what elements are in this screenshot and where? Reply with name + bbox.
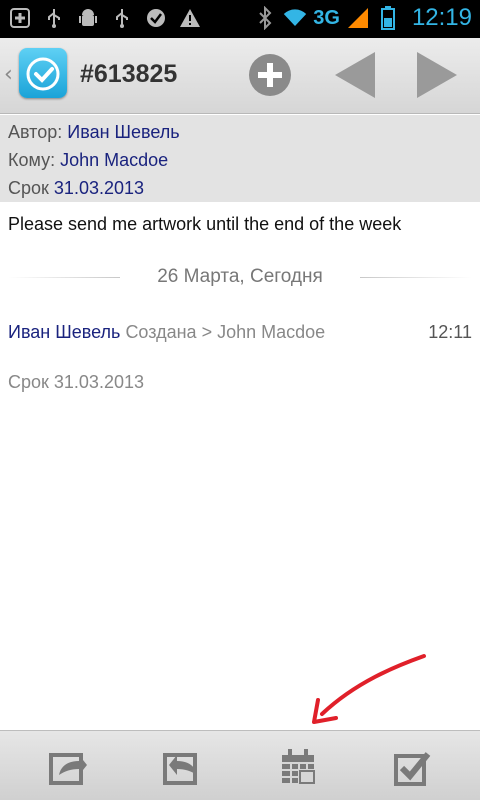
complete-icon bbox=[394, 752, 431, 786]
log-time: 12:11 bbox=[428, 322, 472, 342]
bluetooth-icon bbox=[253, 6, 277, 30]
prev-button[interactable] bbox=[330, 50, 380, 100]
signal-icon bbox=[346, 6, 370, 30]
log-entry: Иван Шевель Создана > John Macdoe 12:11 bbox=[8, 322, 472, 343]
due-row: Срок 31.03.2013 bbox=[8, 178, 144, 199]
to-value[interactable]: John Macdoe bbox=[60, 150, 168, 170]
log-action: Создана > John Macdoe bbox=[125, 322, 326, 342]
status-left-icons bbox=[8, 6, 202, 30]
warning-icon bbox=[178, 6, 202, 30]
complete-button[interactable] bbox=[393, 747, 433, 787]
add-icon bbox=[249, 54, 291, 96]
author-row: Автор: Иван Шевель bbox=[8, 122, 180, 143]
log-author[interactable]: Иван Шевель bbox=[8, 322, 120, 342]
status-bar: 3G 12:19 bbox=[0, 0, 480, 38]
action-bar: ‹ #613825 bbox=[0, 38, 480, 114]
annotation-arrow-icon bbox=[312, 654, 426, 724]
prev-icon bbox=[335, 52, 375, 98]
author-label: Автор: bbox=[8, 122, 63, 142]
next-button[interactable] bbox=[412, 50, 462, 100]
to-row: Кому: John Macdoe bbox=[8, 150, 168, 171]
back-chevron-icon[interactable]: ‹ bbox=[4, 62, 13, 87]
to-label: Кому: bbox=[8, 150, 56, 170]
add-button[interactable] bbox=[245, 50, 295, 100]
reply-button[interactable] bbox=[162, 747, 202, 787]
wifi-icon bbox=[283, 6, 307, 30]
network-type: 3G bbox=[313, 6, 340, 29]
forward-button[interactable] bbox=[48, 747, 88, 787]
divider bbox=[360, 277, 472, 278]
screen: 3G 12:19 ‹ #613825 Автор: Иван Шевель Ко… bbox=[0, 0, 480, 800]
ticket-id: #613825 bbox=[80, 60, 178, 88]
ticket-message: Please send me artwork until the end of … bbox=[8, 214, 402, 234]
clock: 12:19 bbox=[411, 4, 472, 31]
next-icon bbox=[417, 52, 457, 98]
app-clock-icon[interactable] bbox=[19, 48, 67, 98]
ticket-info: Автор: Иван Шевель Кому: John Macdoe Сро… bbox=[0, 115, 480, 202]
check-icon bbox=[144, 6, 168, 30]
battery-icon bbox=[376, 6, 400, 30]
add-notification-icon bbox=[8, 6, 32, 30]
status-right-icons: 3G 12:19 bbox=[253, 4, 472, 32]
author-value[interactable]: Иван Шевель bbox=[67, 122, 179, 142]
bottom-action-bar bbox=[0, 730, 480, 800]
calendar-icon bbox=[282, 749, 315, 784]
due-label: Срок bbox=[8, 178, 49, 198]
calendar-button[interactable] bbox=[278, 747, 318, 787]
due-value[interactable]: 31.03.2013 bbox=[54, 178, 144, 198]
reply-icon bbox=[163, 753, 197, 785]
usb-icon bbox=[110, 6, 134, 30]
date-separator: 26 Марта, Сегодня bbox=[8, 264, 472, 292]
forward-icon bbox=[49, 753, 87, 785]
android-debug-icon bbox=[76, 6, 100, 30]
log-due: Срок 31.03.2013 bbox=[8, 372, 144, 392]
usb-icon bbox=[42, 6, 66, 30]
